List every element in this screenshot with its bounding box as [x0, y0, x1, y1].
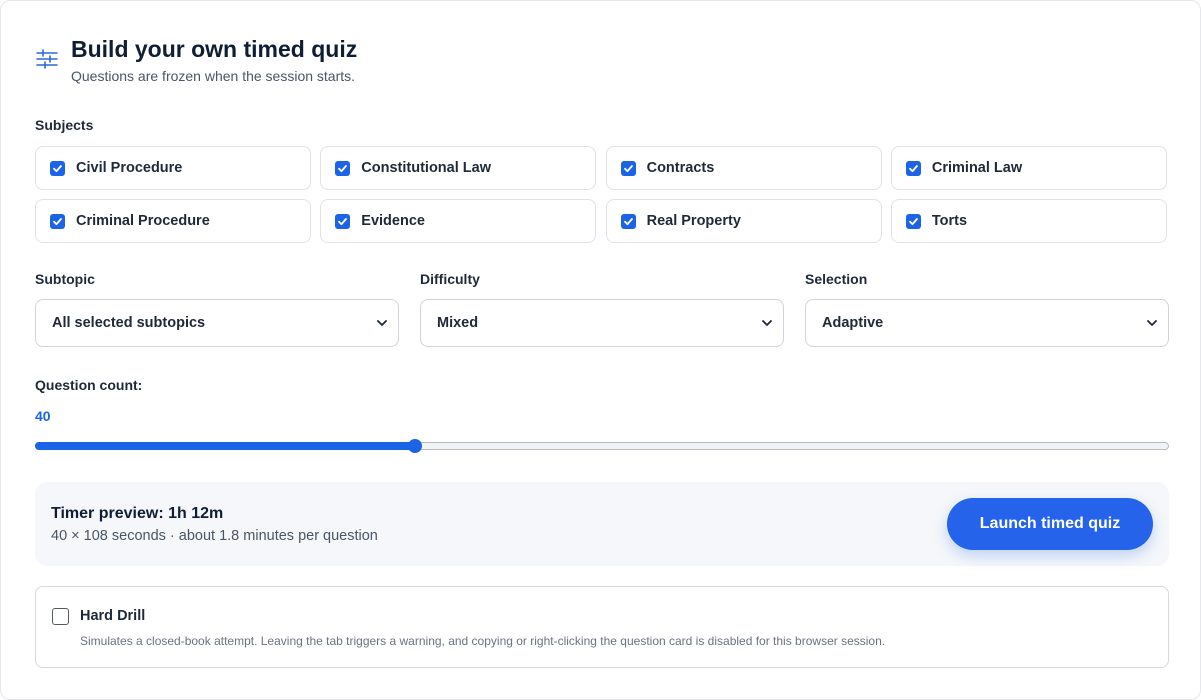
- subject-option-evidence[interactable]: Evidence: [320, 199, 597, 243]
- chevron-down-icon: [762, 320, 772, 326]
- subject-checkbox[interactable]: [50, 160, 65, 176]
- subject-option-real-property[interactable]: Real Property: [605, 199, 882, 243]
- difficulty-select[interactable]: Mixed: [420, 299, 784, 347]
- subject-label: Criminal Law: [931, 160, 1023, 176]
- subject-option-contracts[interactable]: Contracts: [605, 146, 882, 190]
- subject-option-constitutional-law[interactable]: Constitutional Law: [320, 146, 597, 190]
- subtopic-select[interactable]: All selected subtopics: [35, 299, 399, 347]
- slider-thumb[interactable]: [407, 439, 422, 453]
- timer-preview-detail: 40 × 108 seconds · about 1.8 minutes per…: [51, 528, 378, 544]
- checkmark-icon: [53, 164, 62, 172]
- slider-fill: [35, 442, 415, 450]
- subject-checkbox[interactable]: [620, 160, 636, 176]
- subtopic-field: Subtopic All selected subtopics: [35, 271, 399, 347]
- subject-label: Contracts: [646, 160, 715, 176]
- subject-checkbox[interactable]: [50, 213, 65, 229]
- subject-label: Real Property: [646, 213, 741, 229]
- subtopic-value: All selected subtopics: [52, 315, 206, 331]
- timer-preview-title: Timer preview: 1h 12m: [51, 505, 224, 522]
- timer-preview-panel: Timer preview: 1h 12m 40 × 108 seconds ·…: [35, 482, 1169, 566]
- subject-label: Evidence: [361, 213, 425, 229]
- subject-checkbox[interactable]: [905, 160, 921, 176]
- checkmark-icon: [53, 217, 62, 225]
- subject-checkbox[interactable]: [620, 213, 636, 229]
- question-count-label: Question count:: [35, 377, 143, 393]
- hard-drill-checkbox[interactable]: [52, 608, 69, 625]
- subject-label: Constitutional Law: [361, 160, 491, 176]
- subject-option-torts[interactable]: Torts: [890, 199, 1167, 243]
- checkmark-icon: [623, 217, 633, 225]
- selection-value: Adaptive: [822, 315, 884, 331]
- difficulty-label: Difficulty: [420, 271, 480, 287]
- checkmark-icon: [338, 217, 348, 225]
- subject-checkbox[interactable]: [335, 160, 351, 176]
- checkmark-icon: [623, 164, 633, 172]
- filters-row: Subtopic All selected subtopics Difficul…: [35, 271, 1169, 347]
- sliders-icon: [36, 49, 58, 69]
- hard-drill-title: Hard Drill: [80, 608, 146, 624]
- selection-field: Selection Adaptive: [805, 271, 1169, 347]
- chevron-down-icon: [1147, 320, 1157, 326]
- checkmark-icon: [338, 164, 348, 172]
- question-count-value: 40: [35, 408, 51, 424]
- checkmark-icon: [908, 217, 918, 225]
- question-count-slider[interactable]: [35, 438, 1169, 454]
- subjects-label: Subjects: [35, 117, 94, 133]
- hard-drill-description: Simulates a closed-book attempt. Leaving…: [80, 634, 886, 648]
- selection-label: Selection: [805, 271, 868, 287]
- quiz-builder-card: Build your own timed quiz Questions are …: [0, 0, 1201, 700]
- subject-label: Criminal Procedure: [76, 213, 210, 229]
- page-title: Build your own timed quiz: [71, 36, 358, 62]
- subject-label: Civil Procedure: [76, 160, 183, 176]
- subject-checkbox[interactable]: [905, 213, 921, 229]
- launch-timed-quiz-button[interactable]: Launch timed quiz: [947, 498, 1153, 550]
- hard-drill-option: Hard Drill Simulates a closed-book attem…: [35, 586, 1169, 668]
- subject-option-civil-procedure[interactable]: Civil Procedure: [35, 146, 311, 190]
- subjects-grid: Civil Procedure Constitutional Law Contrac…: [35, 146, 1169, 243]
- subject-checkbox[interactable]: [335, 213, 351, 229]
- subject-label: Torts: [931, 213, 968, 229]
- subject-option-criminal-procedure[interactable]: Criminal Procedure: [35, 199, 311, 243]
- chevron-down-icon: [377, 320, 387, 326]
- subtopic-label: Subtopic: [35, 271, 95, 287]
- selection-select[interactable]: Adaptive: [805, 299, 1169, 347]
- checkmark-icon: [908, 164, 918, 172]
- difficulty-field: Difficulty Mixed: [420, 271, 784, 347]
- subject-option-criminal-law[interactable]: Criminal Law: [890, 146, 1167, 190]
- header: Build your own timed quiz Questions are …: [35, 35, 357, 84]
- page-subtitle: Questions are frozen when the session st…: [71, 68, 356, 84]
- difficulty-value: Mixed: [437, 315, 479, 331]
